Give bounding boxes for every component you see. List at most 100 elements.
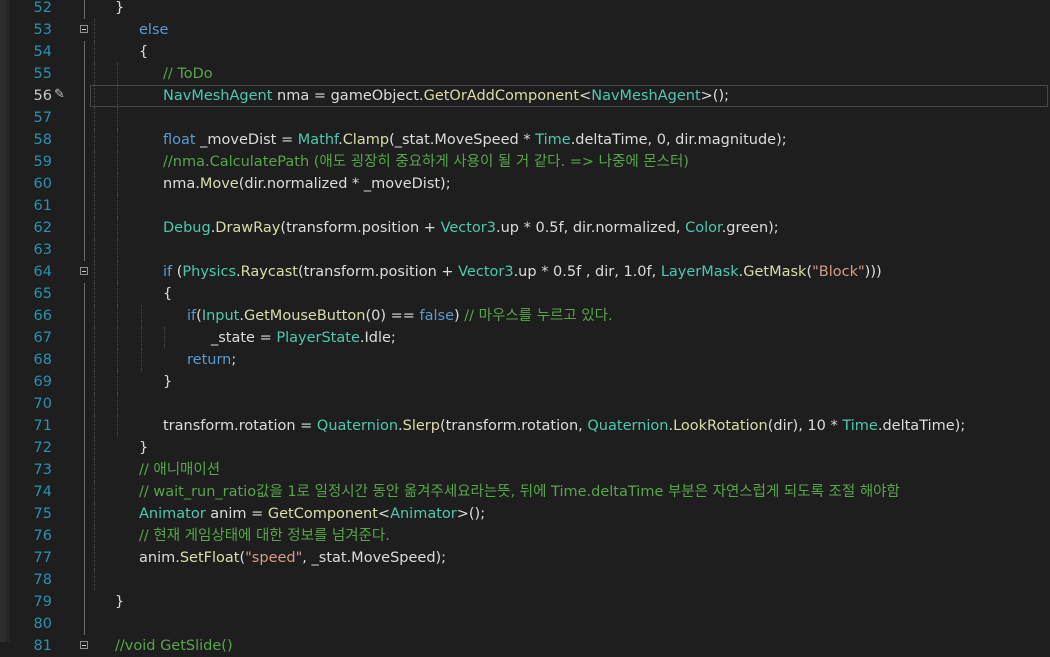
code-line[interactable]: 62 Debug.DrawRay(transform.position + Vec…: [0, 217, 1050, 239]
code-token: }: [139, 440, 149, 456]
code-line[interactable]: 59 //nma.CalculatePath (애도 굉장히 중요하게 사용이 될…: [0, 151, 1050, 173]
code-line[interactable]: 67 _state = PlayerState.Idle;: [0, 327, 1050, 349]
code-text[interactable]: // 애니매이션: [139, 459, 220, 481]
code-line[interactable]: 60 nma.Move(dir.normalized * _moveDist);: [0, 173, 1050, 195]
line-number: 75: [33, 506, 52, 522]
code-line[interactable]: 75 Animator anim = GetComponent<Animator>…: [0, 503, 1050, 525]
fold-region-line: [84, 459, 85, 481]
code-line[interactable]: 74 // wait_run_ratio값을 1로 일정시간 동안 옮겨주세요라는…: [0, 481, 1050, 503]
code-line[interactable]: 65 {: [0, 283, 1050, 305]
code-token: }: [115, 594, 125, 610]
code-line[interactable]: 81 //void GetSlide(): [0, 635, 1050, 657]
code-text[interactable]: // ToDo: [163, 63, 213, 85]
code-token: (transform.position +: [280, 220, 441, 236]
line-number: 79: [33, 594, 52, 610]
code-text[interactable]: NavMeshAgent nma = gameObject.GetOrAddCo…: [163, 85, 729, 107]
code-text[interactable]: }: [163, 371, 172, 393]
code-line[interactable]: ✎ 56 NavMeshAgent nma = gameObject.GetOrAd…: [0, 85, 1050, 107]
code-token: //void GetSlide(): [115, 638, 233, 654]
line-number: 57: [33, 110, 52, 126]
code-line[interactable]: 52}: [0, 0, 1050, 19]
line-number: 78: [33, 572, 52, 588]
code-text[interactable]: //void GetSlide(): [115, 635, 233, 657]
code-line[interactable]: 79}: [0, 591, 1050, 613]
code-line[interactable]: 68 return;: [0, 349, 1050, 371]
collapse-toggle-icon[interactable]: [80, 25, 88, 33]
collapse-toggle-icon[interactable]: [80, 641, 88, 649]
code-token: GetMouseButton: [243, 308, 366, 324]
code-token: .deltaTime);: [877, 418, 966, 434]
code-token: Time: [842, 418, 878, 434]
code-text[interactable]: if(Input.GetMouseButton(0) == false) // …: [187, 305, 613, 327]
indent-guide: [94, 195, 95, 217]
indent-guide: [94, 85, 95, 107]
code-line[interactable]: 77 anim.SetFloat("speed", _stat.MoveSpeed…: [0, 547, 1050, 569]
code-line[interactable]: 54 {: [0, 41, 1050, 63]
code-token: Quaternion: [316, 418, 399, 434]
code-token: GetOrAddComponent: [423, 88, 580, 104]
pencil-icon[interactable]: ✎: [54, 88, 68, 102]
code-line[interactable]: 78: [0, 569, 1050, 591]
indent-guide: [94, 503, 95, 525]
indent-guide: [94, 305, 95, 327]
code-line[interactable]: 61: [0, 195, 1050, 217]
code-text[interactable]: float _moveDist = Mathf.Clamp(_stat.Move…: [163, 129, 787, 151]
code-token: >();: [456, 506, 486, 522]
code-line[interactable]: 69}: [0, 371, 1050, 393]
code-token: }: [163, 374, 173, 390]
code-token: anim.: [139, 550, 180, 566]
code-line[interactable]: 66 if(Input.GetMouseButton(0) == false) /…: [0, 305, 1050, 327]
code-text[interactable]: Debug.DrawRay(transform.position + Vecto…: [163, 217, 779, 239]
code-text[interactable]: // 현재 게임상태에 대한 정보를 넘겨준다.: [139, 525, 390, 547]
indent-guide: [94, 129, 95, 151]
line-number: 80: [33, 616, 52, 632]
line-number: 66: [33, 308, 52, 324]
code-token: else: [139, 22, 169, 38]
code-text[interactable]: else: [139, 19, 168, 41]
code-editor[interactable]: 52} 53 else 54 {55 // ToDo ✎ 56 NavMeshAgent nma…: [0, 0, 1050, 654]
line-number: 53: [33, 22, 52, 38]
code-line[interactable]: 64 if (Physics.Raycast(transform.position…: [0, 261, 1050, 283]
code-text[interactable]: return;: [187, 349, 236, 371]
code-text[interactable]: anim.SetFloat("speed", _stat.MoveSpeed);: [139, 547, 446, 569]
code-text[interactable]: //nma.CalculatePath (애도 굉장히 중요하게 사용이 될 거…: [163, 151, 689, 173]
code-text[interactable]: }: [115, 0, 124, 19]
fold-region-line: [84, 85, 85, 107]
fold-region-line: [84, 371, 85, 393]
code-text[interactable]: _state = PlayerState.Idle;: [211, 327, 396, 349]
code-line[interactable]: 72}: [0, 437, 1050, 459]
code-line[interactable]: 76 // 현재 게임상태에 대한 정보를 넘겨준다.: [0, 525, 1050, 547]
code-token: <: [377, 506, 391, 522]
code-token: transform.rotation =: [163, 418, 317, 434]
code-text[interactable]: }: [139, 437, 148, 459]
indent-guide: [117, 107, 118, 129]
indent-guide: [117, 173, 118, 195]
fold-region-line: [84, 41, 85, 63]
line-number: 63: [33, 242, 52, 258]
code-line[interactable]: 63: [0, 239, 1050, 261]
code-text[interactable]: Animator anim = GetComponent<Animator>()…: [139, 503, 485, 525]
line-number: 69: [33, 374, 52, 390]
code-line[interactable]: 70: [0, 393, 1050, 415]
code-line[interactable]: 58 float _moveDist = Mathf.Clamp(_stat.Mo…: [0, 129, 1050, 151]
line-number: 70: [33, 396, 52, 412]
code-text[interactable]: transform.rotation = Quaternion.Slerp(tr…: [163, 415, 965, 437]
code-line[interactable]: 71 transform.rotation = Quaternion.Slerp(…: [0, 415, 1050, 437]
code-text[interactable]: {: [139, 41, 148, 63]
indent-guide: [141, 305, 142, 327]
code-text[interactable]: if (Physics.Raycast(transform.position +…: [163, 261, 882, 283]
code-line[interactable]: 55 // ToDo: [0, 63, 1050, 85]
code-text[interactable]: nma.Move(dir.normalized * _moveDist);: [163, 173, 451, 195]
indent-guide: [94, 415, 95, 437]
collapse-toggle-icon[interactable]: [80, 267, 88, 275]
code-line[interactable]: 53 else: [0, 19, 1050, 41]
code-text[interactable]: {: [163, 283, 172, 305]
code-line[interactable]: 57: [0, 107, 1050, 129]
code-text[interactable]: // wait_run_ratio값을 1로 일정시간 동안 옮겨주세요라는뜻,…: [139, 481, 900, 503]
code-line[interactable]: 73 // 애니매이션: [0, 459, 1050, 481]
fold-region-line: [84, 591, 85, 613]
code-line[interactable]: 80: [0, 613, 1050, 635]
code-text[interactable]: }: [115, 591, 124, 613]
code-token: (transform.rotation,: [439, 418, 588, 434]
fold-region-line: [84, 217, 85, 239]
